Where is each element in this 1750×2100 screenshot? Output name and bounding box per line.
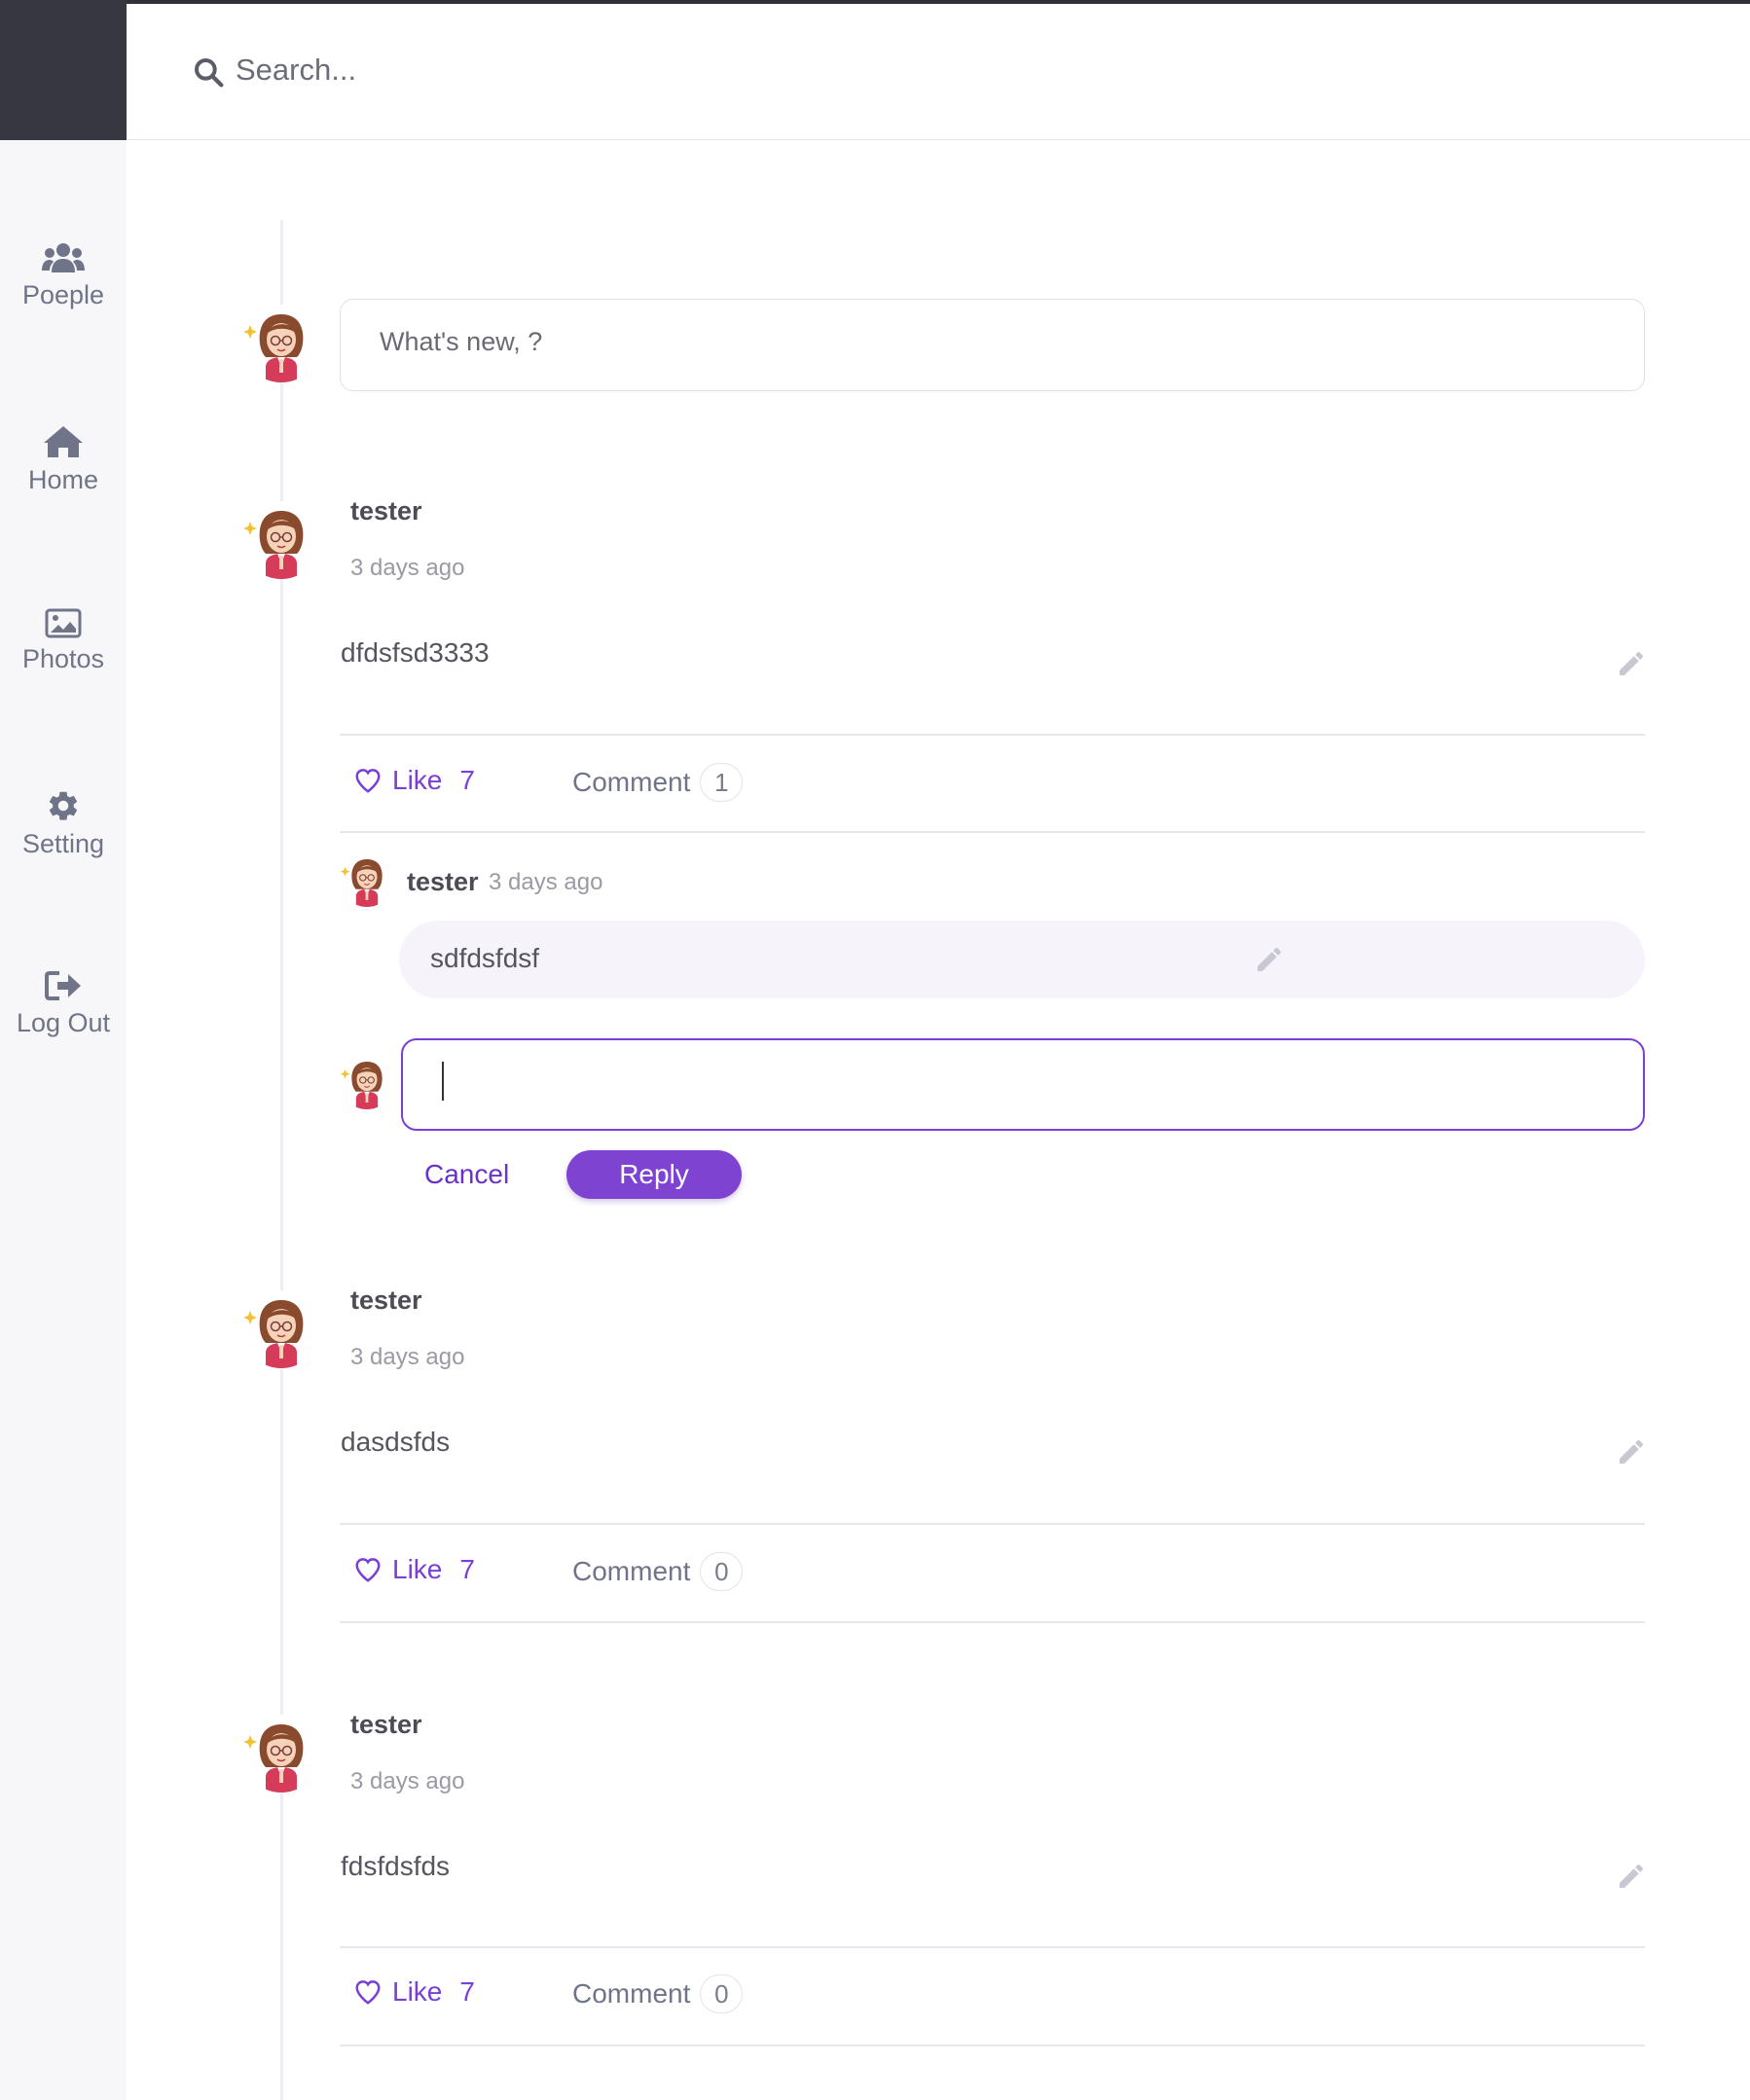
comment-label: Comment <box>572 1556 691 1586</box>
divider <box>340 1946 1645 1948</box>
divider <box>340 831 1645 833</box>
logout-icon <box>45 971 81 1000</box>
image-icon <box>45 608 82 638</box>
comment-label: Comment <box>572 1978 691 2009</box>
avatar <box>340 852 394 907</box>
post-body: dfdsfsd3333 <box>341 637 490 668</box>
gear-icon <box>49 791 78 820</box>
search-input[interactable]: Search... <box>236 53 356 88</box>
like-label: Like <box>392 1554 443 1584</box>
home-icon <box>44 426 83 457</box>
search-icon <box>195 58 224 88</box>
avatar <box>242 501 320 579</box>
app-logo-area <box>0 0 127 140</box>
avatar <box>242 1715 320 1792</box>
heart-icon <box>353 766 383 795</box>
users-icon <box>42 243 85 272</box>
pencil-icon[interactable] <box>1616 648 1647 679</box>
divider <box>340 1523 1645 1525</box>
pencil-icon[interactable] <box>1616 1436 1647 1467</box>
divider <box>340 734 1645 736</box>
comment-time: 3 days ago <box>489 869 603 895</box>
sidebar-item-label: Home <box>27 465 99 494</box>
sidebar-item-label: Photos <box>21 644 105 673</box>
like-count: 7 <box>459 1554 475 1584</box>
pencil-icon[interactable] <box>1616 1861 1647 1892</box>
sidebar-item-logout[interactable]: Log Out <box>0 969 127 1038</box>
sidebar-item-label: Poeple <box>21 280 105 309</box>
like-button[interactable]: Like 7 <box>353 1976 475 2008</box>
post-time: 3 days ago <box>350 555 465 581</box>
heart-icon <box>353 1977 383 2007</box>
comment-author[interactable]: tester <box>407 867 479 897</box>
comment-label: Comment <box>572 767 691 797</box>
post-body: fdsfdsfds <box>341 1851 451 1881</box>
avatar <box>242 1290 320 1368</box>
new-post-input[interactable]: What's new, ? <box>340 299 1645 391</box>
sidebar-item-home[interactable]: Home <box>0 424 127 495</box>
like-button[interactable]: Like 7 <box>353 765 475 796</box>
post-time: 3 days ago <box>350 1344 465 1370</box>
comment-count-badge: 1 <box>700 763 744 802</box>
new-post-placeholder: What's new, ? <box>380 327 543 356</box>
comment-button[interactable]: Comment 0 <box>572 1552 744 1591</box>
comment-count-badge: 0 <box>700 1974 744 2013</box>
sidebar-item-setting[interactable]: Setting <box>0 788 127 859</box>
text-caret <box>442 1062 444 1101</box>
sidebar-item-photos[interactable]: Photos <box>0 607 127 674</box>
comment-button[interactable]: Comment 1 <box>572 763 744 802</box>
reply-button[interactable]: Reply <box>566 1150 742 1199</box>
pencil-icon[interactable] <box>1254 944 1285 975</box>
comment-button[interactable]: Comment 0 <box>572 1974 744 2013</box>
post-time: 3 days ago <box>350 1768 465 1794</box>
avatar <box>242 305 320 382</box>
cancel-button[interactable]: Cancel <box>424 1159 509 1190</box>
divider <box>340 2045 1645 2046</box>
post-author[interactable]: tester <box>350 1285 422 1316</box>
sidebar-item-people[interactable]: Poeple <box>0 241 127 310</box>
post-body: dasdsfds <box>341 1427 451 1457</box>
divider <box>340 1621 1645 1623</box>
sidebar-item-label: Setting <box>21 829 105 858</box>
comment-body: sdfdsfdsf <box>430 943 540 973</box>
sidebar-item-label: Log Out <box>16 1008 111 1037</box>
avatar <box>340 1055 394 1109</box>
reply-input[interactable] <box>401 1038 1645 1131</box>
like-button[interactable]: Like 7 <box>353 1554 475 1585</box>
header-bar: Search... <box>127 4 1750 140</box>
sidebar: Poeple Home Photos Setting Log Out <box>0 140 127 2100</box>
like-count: 7 <box>459 1976 475 2007</box>
comment-count-badge: 0 <box>700 1552 744 1591</box>
like-label: Like <box>392 1976 443 2007</box>
heart-icon <box>353 1555 383 1584</box>
like-label: Like <box>392 765 443 795</box>
comment-bubble: sdfdsfdsf <box>399 921 1645 998</box>
post-author[interactable]: tester <box>350 496 422 526</box>
post-author[interactable]: tester <box>350 1710 422 1740</box>
like-count: 7 <box>459 765 475 795</box>
